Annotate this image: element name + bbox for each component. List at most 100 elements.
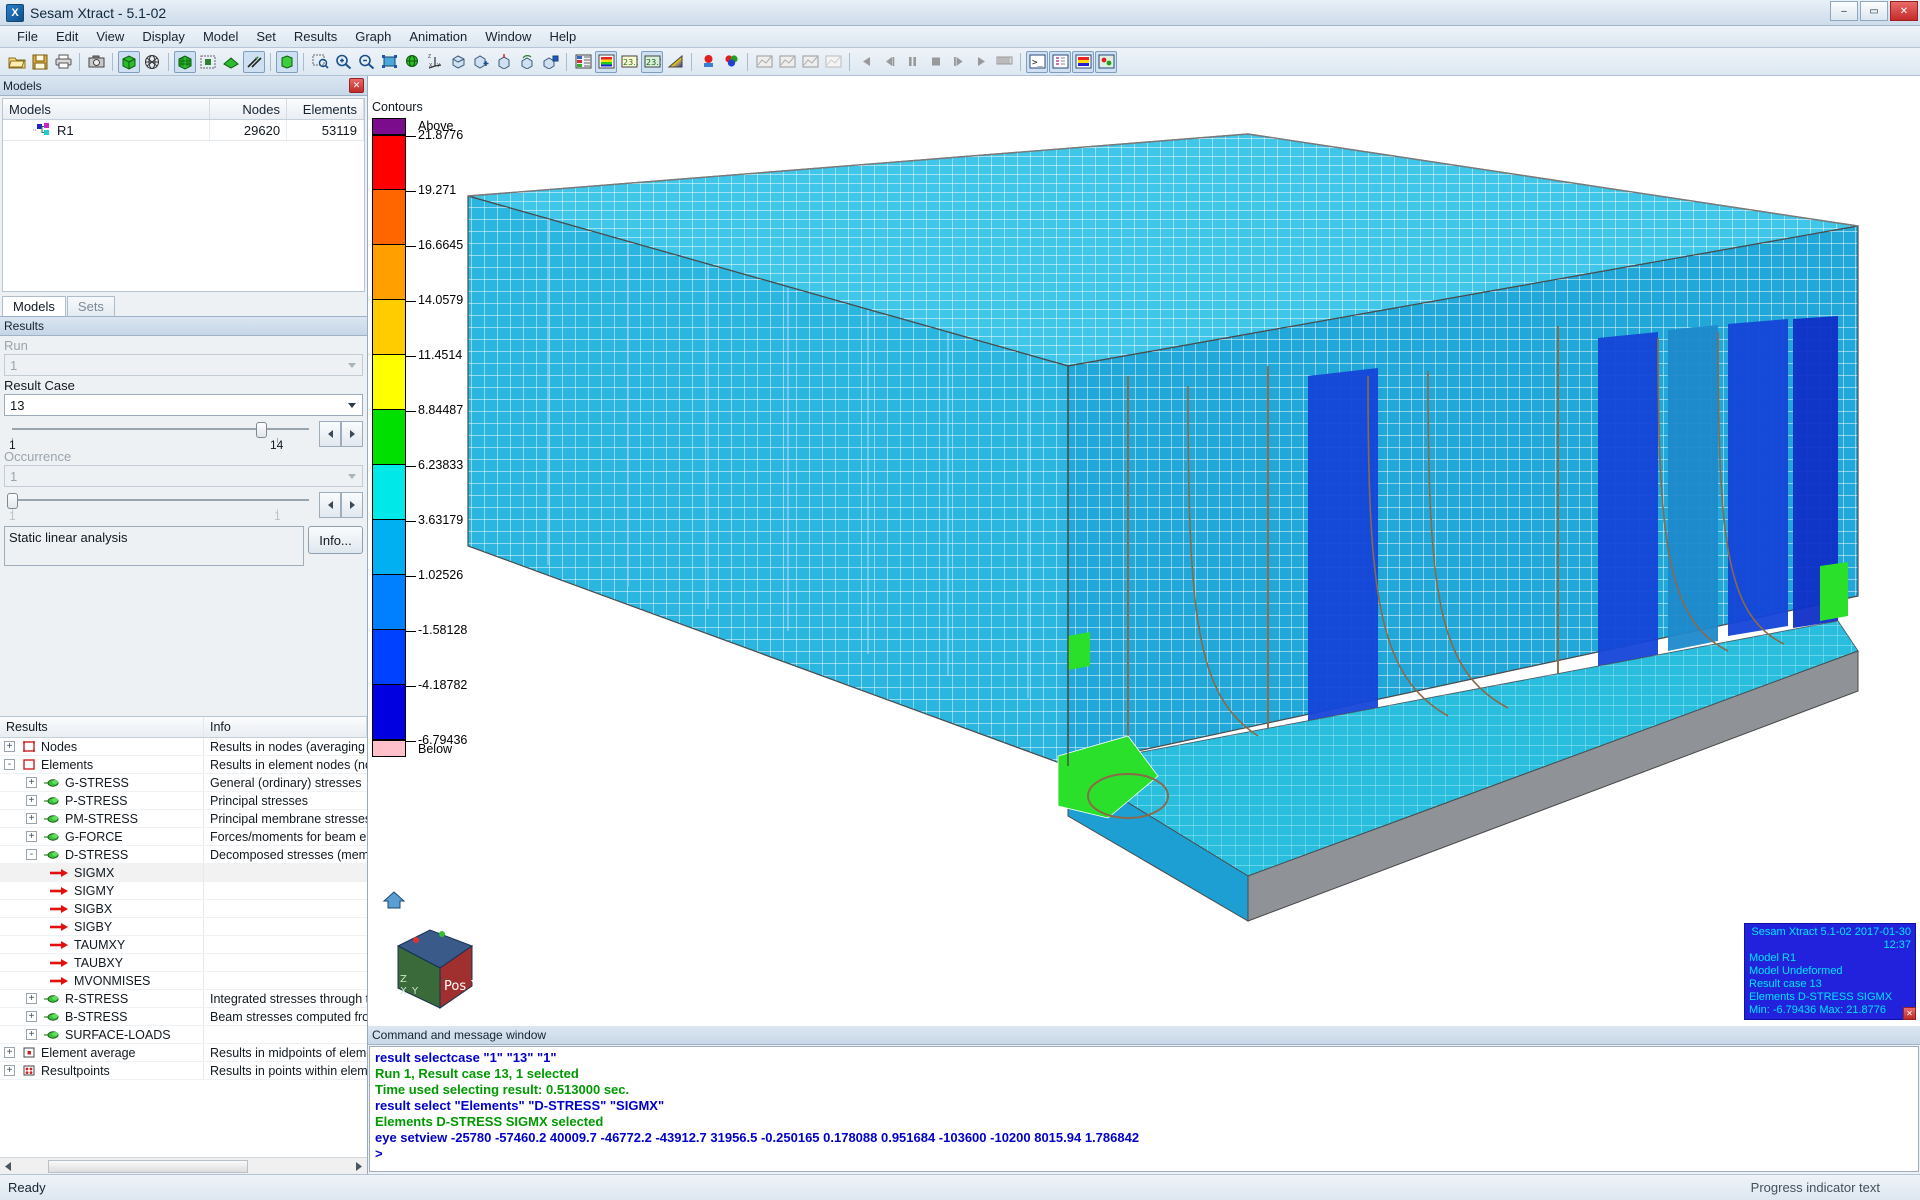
tree-toggle-expand-icon[interactable]: + xyxy=(4,1047,15,1058)
zoom-out-icon[interactable] xyxy=(355,51,377,73)
anim-pause-icon[interactable] xyxy=(901,51,923,73)
occurrence-combo[interactable]: 1 xyxy=(4,465,363,487)
menu-results[interactable]: Results xyxy=(285,27,346,46)
menu-help[interactable]: Help xyxy=(540,27,585,46)
open-icon[interactable] xyxy=(6,51,28,73)
model-3d-viewport[interactable]: Contours Above 21.8776 19.271 16.6645 14.057… xyxy=(368,76,1920,1026)
menu-display[interactable]: Display xyxy=(133,27,194,46)
results-tree-row-b-stress[interactable]: + B-STRESS Beam stresses computed from xyxy=(0,1008,367,1026)
tree-toggle-expand-icon[interactable]: + xyxy=(26,831,37,842)
results-tree-row-taubxy[interactable]: TAUBXY xyxy=(0,954,367,972)
tree-toggle-expand-icon[interactable]: + xyxy=(26,1011,37,1022)
arrow-pair-icon[interactable] xyxy=(243,50,265,73)
tree-toggle-expand-icon[interactable]: + xyxy=(4,741,15,752)
contour-table-icon[interactable] xyxy=(572,51,594,73)
view-plus-icon[interactable] xyxy=(470,51,492,73)
occurrence-prev-button[interactable] xyxy=(319,492,341,518)
green-box-icon[interactable] xyxy=(276,50,298,73)
result-case-next-button[interactable] xyxy=(341,421,363,447)
result-case-slider[interactable]: 1 14 xyxy=(4,421,317,452)
tree-toggle-expand-icon[interactable]: + xyxy=(26,777,37,788)
menu-set[interactable]: Set xyxy=(247,27,285,46)
tree-toggle-collapse-icon[interactable]: - xyxy=(26,849,37,860)
single-color-icon[interactable] xyxy=(697,51,719,73)
filled-square-icon[interactable] xyxy=(197,51,219,73)
graph3-icon[interactable] xyxy=(799,51,821,73)
print-icon[interactable] xyxy=(52,51,74,73)
results-tree-row-nodes[interactable]: + Nodes Results in nodes (averaging of xyxy=(0,738,367,756)
anim-next-icon[interactable] xyxy=(947,51,969,73)
graph2-icon[interactable] xyxy=(776,51,798,73)
view-up-icon[interactable] xyxy=(493,51,515,73)
result-window-icon[interactable] xyxy=(1095,50,1117,73)
results-tree-row-mvonmises[interactable]: MVONMISES xyxy=(0,972,367,990)
results-tree-row-r-stress[interactable]: + R-STRESS Integrated stresses through th xyxy=(0,990,367,1008)
maximize-button[interactable]: ▭ xyxy=(1860,1,1888,21)
minimize-button[interactable]: – xyxy=(1830,1,1858,21)
anim-prev-icon[interactable] xyxy=(878,51,900,73)
tree-toggle-expand-icon[interactable]: + xyxy=(26,993,37,1004)
orientation-triad[interactable]: Pos X Z X Y xyxy=(380,910,490,1020)
occurrence-slider-thumb[interactable] xyxy=(7,493,18,509)
run-combo[interactable]: 1 xyxy=(4,354,363,376)
chevron-down-icon[interactable] xyxy=(343,356,361,374)
results-tree-row-resultpoints[interactable]: + Resultpoints Results in points within el… xyxy=(0,1062,367,1080)
info-overlay-close-icon[interactable]: ✕ xyxy=(1903,1007,1916,1020)
results-tree-row-g-force[interactable]: + G-FORCE Forces/moments for beam ele xyxy=(0,828,367,846)
result-case-prev-button[interactable] xyxy=(319,421,341,447)
home-icon[interactable] xyxy=(382,890,406,909)
results-tree-hscrollbar[interactable] xyxy=(0,1157,367,1174)
command-window-output[interactable]: result selectcase "1" "13" "1" Run 1, Res… xyxy=(369,1046,1919,1172)
anim-play-icon[interactable] xyxy=(970,51,992,73)
tab-models[interactable]: Models xyxy=(2,296,66,316)
menu-graph[interactable]: Graph xyxy=(346,27,400,46)
mesh-cube-icon[interactable] xyxy=(174,50,196,73)
view-rotate-icon[interactable] xyxy=(447,51,469,73)
results-tree-row-d-stress[interactable]: - D-STRESS Decomposed stresses (memb xyxy=(0,846,367,864)
results-tree-row-p-stress[interactable]: + P-STRESS Principal stresses xyxy=(0,792,367,810)
results-tree-row-sigby[interactable]: SIGBY xyxy=(0,918,367,936)
occurrence-slider[interactable]: 1 1 xyxy=(4,492,317,523)
occurrence-next-button[interactable] xyxy=(341,492,363,518)
label-node-icon[interactable]: 23.11 xyxy=(641,50,663,73)
tree-icon[interactable] xyxy=(1049,50,1071,73)
table-row[interactable]: R1 29620 53119 xyxy=(3,120,364,141)
anim-stop-icon[interactable] xyxy=(924,51,946,73)
menu-animation[interactable]: Animation xyxy=(400,27,476,46)
label-value-icon[interactable]: 23.11 xyxy=(618,51,640,73)
menu-window[interactable]: Window xyxy=(476,27,540,46)
rotate-icon[interactable] xyxy=(401,51,423,73)
tree-toggle-expand-icon[interactable]: + xyxy=(4,1065,15,1076)
results-tree-row-sigmx[interactable]: SIGMX xyxy=(0,864,367,882)
view-prev-icon[interactable] xyxy=(516,51,538,73)
results-tree-row-sigbx[interactable]: SIGBX xyxy=(0,900,367,918)
models-panel-close-icon[interactable]: ✕ xyxy=(349,78,364,93)
zoom-in-icon[interactable] xyxy=(332,51,354,73)
result-case-combo[interactable]: 13 xyxy=(4,394,363,416)
zoom-window-icon[interactable] xyxy=(309,51,331,73)
wireframe-sphere-icon[interactable] xyxy=(141,51,163,73)
shaded-solid-icon[interactable] xyxy=(220,51,242,73)
color-legend-icon[interactable] xyxy=(595,50,617,73)
menu-model[interactable]: Model xyxy=(194,27,247,46)
results-tree-row-taumxy[interactable]: TAUMXY xyxy=(0,936,367,954)
chevron-down-icon[interactable] xyxy=(343,467,361,485)
tree-toggle-expand-icon[interactable]: + xyxy=(26,813,37,824)
graph4-icon[interactable] xyxy=(822,51,844,73)
contour-window-icon[interactable] xyxy=(1072,50,1094,73)
result-case-slider-thumb[interactable] xyxy=(256,422,267,438)
anim-film-icon[interactable] xyxy=(993,51,1015,73)
camera-icon[interactable] xyxy=(85,51,107,73)
view-save-icon[interactable] xyxy=(539,51,561,73)
tree-toggle-expand-icon[interactable]: + xyxy=(26,1029,37,1040)
results-tree-row-g-stress[interactable]: + G-STRESS General (ordinary) stresses xyxy=(0,774,367,792)
results-tree-row-pm-stress[interactable]: + PM-STRESS Principal membrane stresses f xyxy=(0,810,367,828)
menu-file[interactable]: File xyxy=(8,27,47,46)
gradient-icon[interactable] xyxy=(664,51,686,73)
console-icon[interactable]: >_ xyxy=(1026,50,1048,73)
close-button[interactable]: ✕ xyxy=(1890,1,1918,21)
tree-toggle-collapse-icon[interactable]: - xyxy=(4,759,15,770)
results-tree-row-sigmy[interactable]: SIGMY xyxy=(0,882,367,900)
zoom-fit-icon[interactable] xyxy=(378,51,400,73)
multi-color-icon[interactable] xyxy=(720,51,742,73)
